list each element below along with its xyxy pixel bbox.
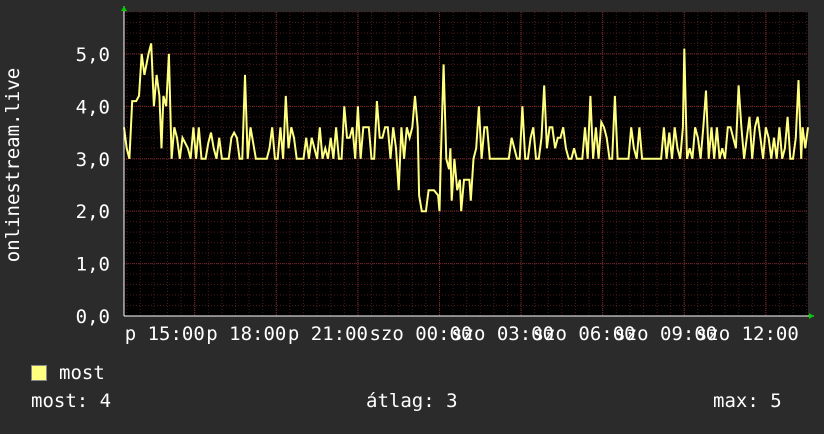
x-tick-label: p 21:00 xyxy=(288,323,368,345)
y-tick-label: 3,0 xyxy=(76,149,110,171)
y-tick-labels: 0,0 1,0 2,0 3,0 4,0 5,0 xyxy=(76,44,110,328)
current-value: most: 4 xyxy=(31,390,112,412)
x-axis-arrow xyxy=(809,313,814,319)
y-axis-arrow xyxy=(121,6,127,11)
legend-swatch xyxy=(31,365,47,381)
y-tick-label: 1,0 xyxy=(76,254,110,276)
legend-label: most xyxy=(59,362,105,384)
x-tick-labels: p 15:00 p 18:00 p 21:00 szo 00:00szo 03:00s… xyxy=(125,323,799,345)
y-tick-label: 0,0 xyxy=(76,306,110,328)
plot-area xyxy=(124,12,808,316)
y-tick-label: 2,0 xyxy=(76,201,110,223)
x-tick-label: p 15:00 xyxy=(125,323,205,345)
y-tick-label: 4,0 xyxy=(76,96,110,118)
average-value: átlag: 3 xyxy=(366,390,458,412)
x-tick-label: szo 12:00 xyxy=(696,323,799,345)
y-axis-label: onlinestream.live xyxy=(2,68,24,262)
line-chart: 0,0 1,0 2,0 3,0 4,0 5,0 p 15:00 p 18:00 p 21:00… xyxy=(2,6,814,345)
chart-container: 0,0 1,0 2,0 3,0 4,0 5,0 p 15:00 p 18:00 p 21:00… xyxy=(0,0,824,430)
max-value: max: 5 xyxy=(713,390,782,412)
x-tick-label: p 18:00 xyxy=(206,323,286,345)
legend: most xyxy=(31,362,105,384)
y-tick-label: 5,0 xyxy=(76,44,110,66)
